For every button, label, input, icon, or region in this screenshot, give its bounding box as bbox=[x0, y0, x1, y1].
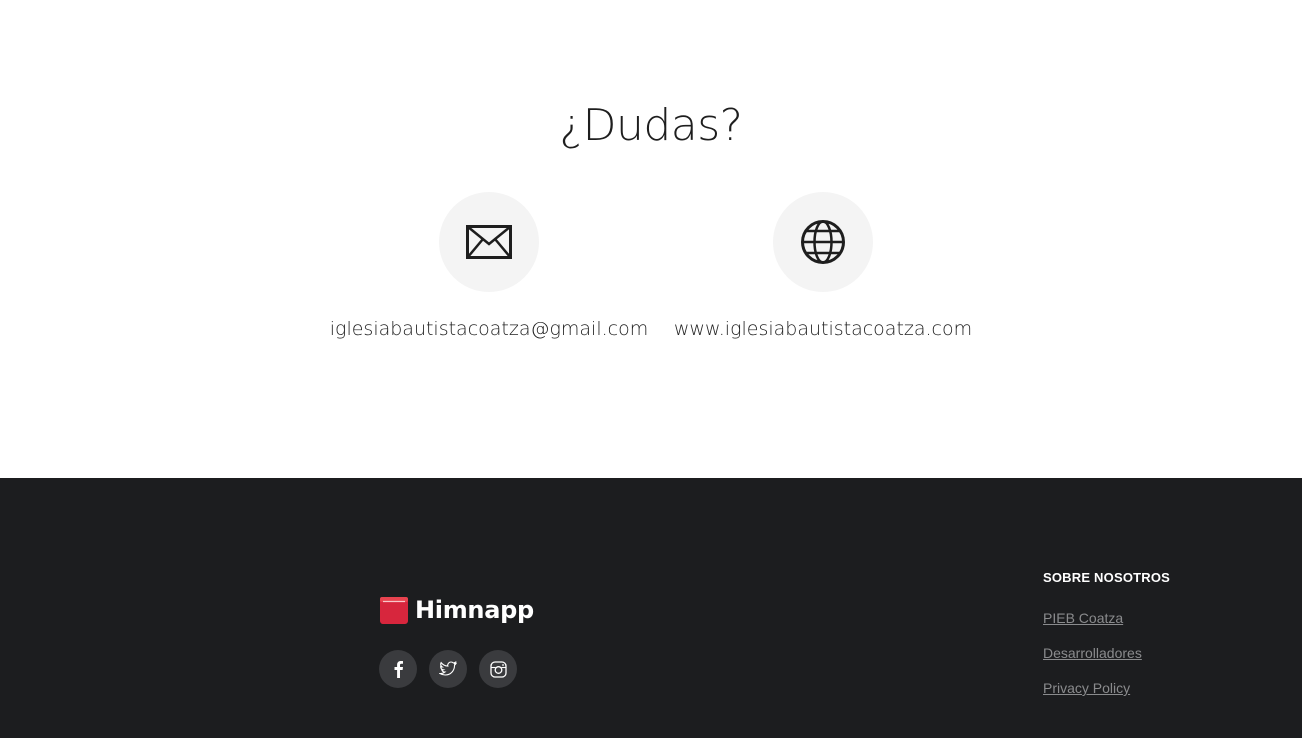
twitter-icon bbox=[439, 661, 457, 676]
about-link-desarrolladores[interactable]: Desarrolladores bbox=[1043, 644, 1170, 663]
envelope-icon-circle bbox=[439, 192, 539, 292]
contact-title: ¿Dudas? bbox=[559, 100, 743, 151]
instagram-icon bbox=[489, 660, 507, 678]
himnapp-logo[interactable]: Himnapp bbox=[379, 595, 534, 625]
social-links bbox=[379, 650, 517, 688]
about-title: SOBRE NOSOTROS bbox=[1043, 570, 1171, 585]
facebook-icon bbox=[394, 661, 403, 678]
about-link-privacy-policy[interactable]: Privacy Policy bbox=[1043, 679, 1170, 698]
about-link-pieb-coatza[interactable]: PIEB Coatza bbox=[1043, 609, 1170, 628]
logo-text: Himnapp bbox=[415, 596, 534, 624]
envelope-icon bbox=[466, 225, 512, 259]
globe-icon bbox=[801, 220, 845, 264]
instagram-button[interactable] bbox=[479, 650, 517, 688]
twitter-button[interactable] bbox=[429, 650, 467, 688]
website-link[interactable]: www.iglesiabautistacoatza.com bbox=[623, 318, 1023, 340]
website-contact: www.iglesiabautistacoatza.com bbox=[623, 192, 1023, 340]
footer: Himnapp SOBRE NOSOTROS PIEB Coatza Desar… bbox=[0, 478, 1302, 738]
facebook-button[interactable] bbox=[379, 650, 417, 688]
book-icon bbox=[380, 597, 408, 624]
about-section: SOBRE NOSOTROS PIEB Coatza Desarrollador… bbox=[1043, 570, 1170, 714]
globe-icon-circle bbox=[773, 192, 873, 292]
contact-section: ¿Dudas? iglesiabautistacoatza@gmail.com … bbox=[0, 0, 1302, 478]
